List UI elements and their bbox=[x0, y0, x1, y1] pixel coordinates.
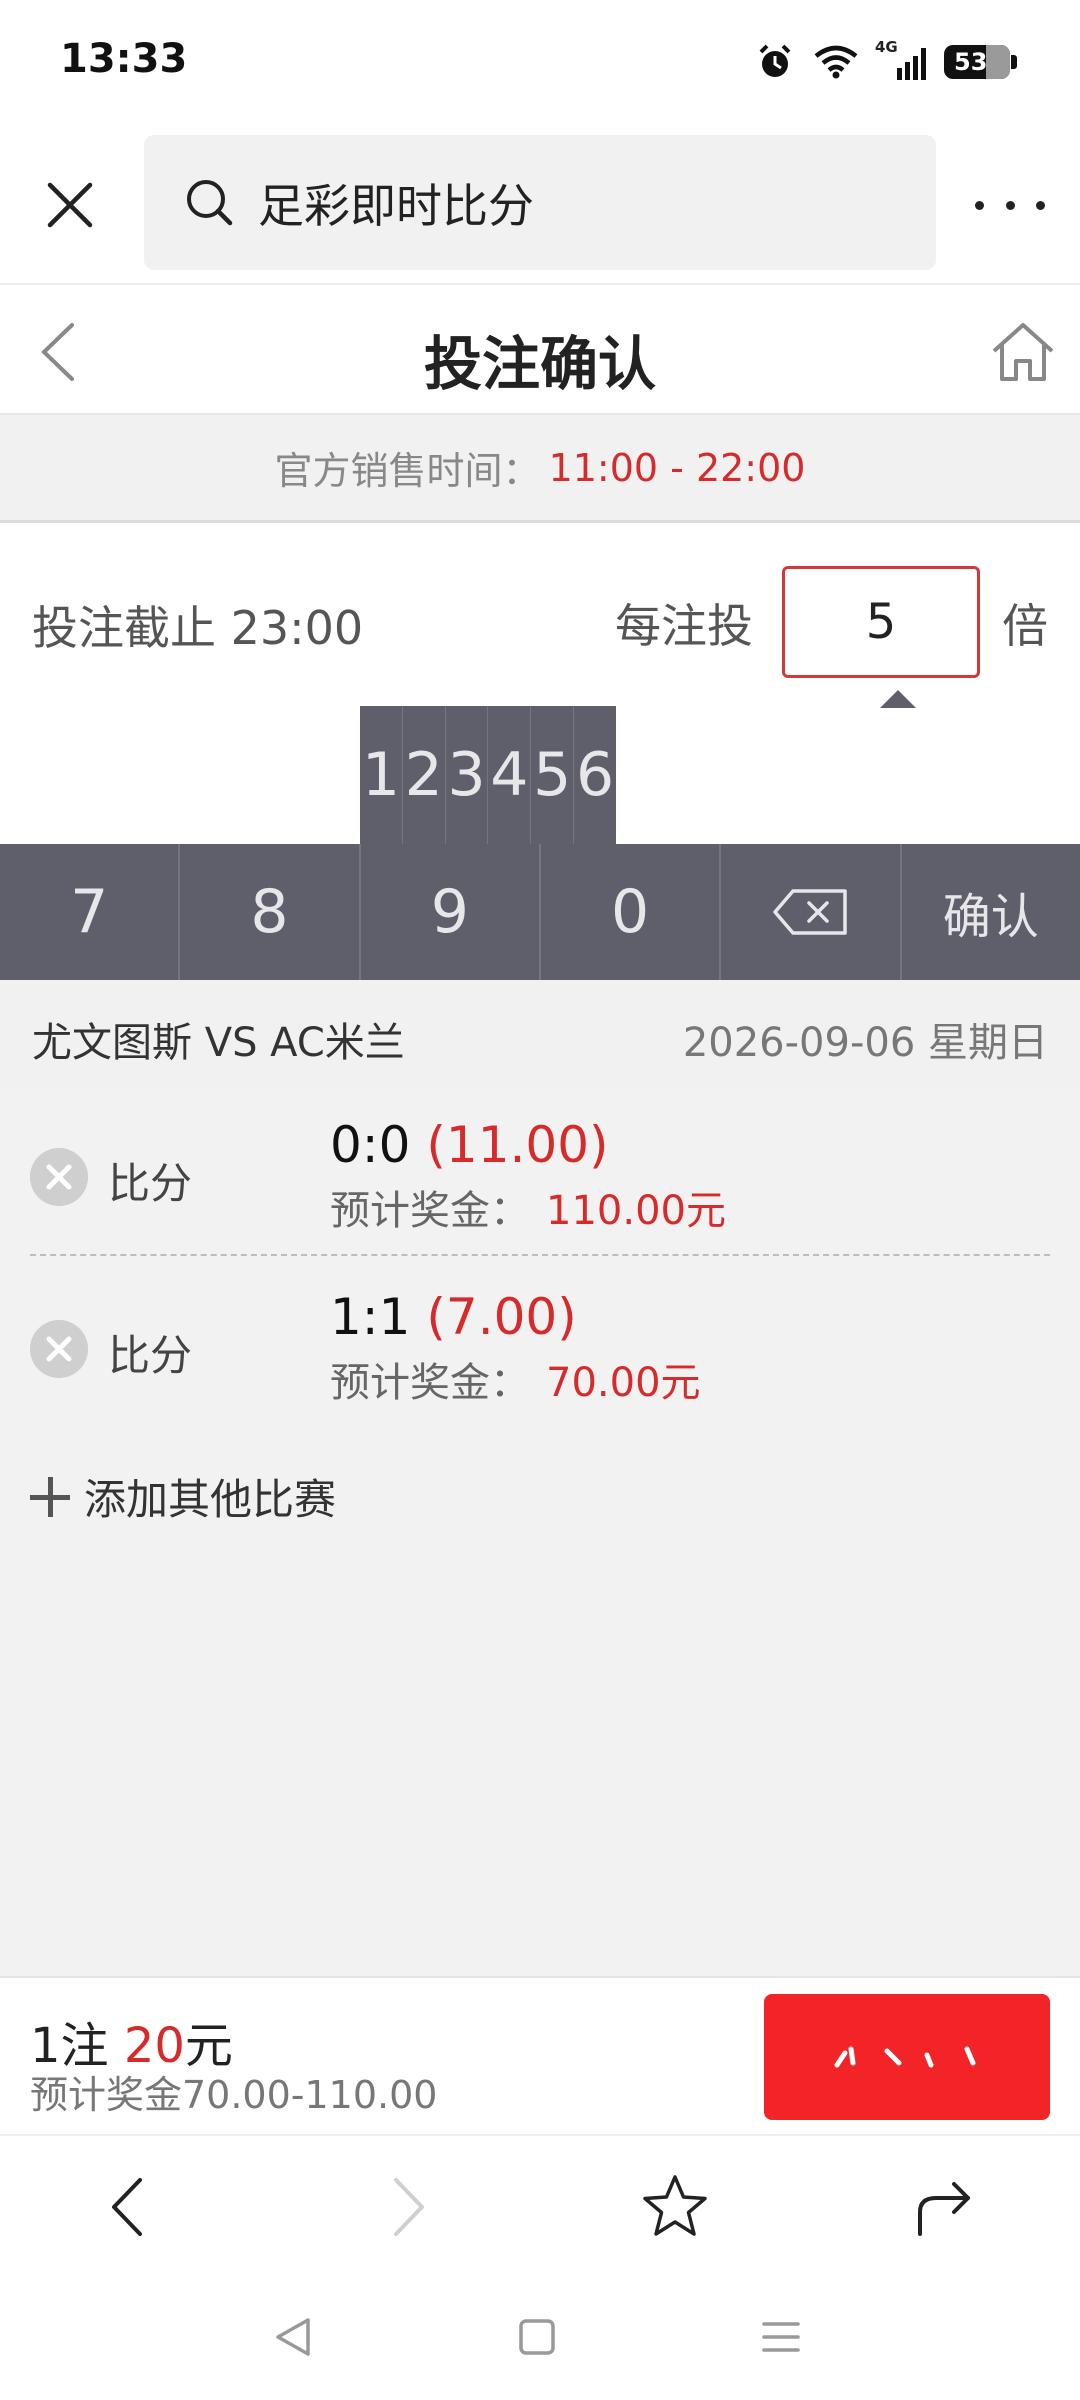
bookmark-star-icon[interactable] bbox=[640, 2172, 710, 2242]
odds-value: (11.00) bbox=[426, 1116, 609, 1174]
add-match-button[interactable]: 添加其他比赛 bbox=[30, 1466, 336, 1527]
bet-list: 比分 0:0 (11.00) 预计奖金： 110.00元 比分 1:1 (7.00… bbox=[0, 1086, 1080, 1976]
system-home-icon[interactable] bbox=[512, 2312, 562, 2362]
status-time: 13:33 bbox=[60, 36, 188, 82]
key-7[interactable]: 7 bbox=[0, 844, 181, 980]
keypad-pointer bbox=[880, 690, 916, 708]
odds-value: (7.00) bbox=[426, 1288, 577, 1346]
key-9[interactable]: 9 bbox=[361, 844, 541, 980]
deadline-text: 投注截止 23:00 bbox=[32, 601, 364, 655]
system-menu-icon[interactable] bbox=[756, 2312, 806, 2362]
sales-time-label: 官方销售时间： bbox=[274, 449, 541, 493]
backspace-icon bbox=[773, 889, 848, 935]
bet-prize: 预计奖金： 70.00元 bbox=[330, 1350, 701, 1408]
prize-label: 预计奖金： bbox=[330, 1188, 530, 1234]
prize-range: 预计奖金70.00-110.00 bbox=[30, 2073, 438, 2117]
browser-toolbar: 足彩即时比分 bbox=[0, 125, 1080, 285]
browser-back-icon[interactable] bbox=[96, 2172, 166, 2242]
search-query-text: 足彩即时比分 bbox=[258, 178, 534, 233]
bet-item: 比分 1:1 (7.00) 预计奖金： 70.00元 bbox=[0, 1258, 1080, 1428]
multiplier-input[interactable]: 5 bbox=[782, 566, 980, 678]
key-2[interactable]: 2 bbox=[403, 706, 446, 844]
bet-score: 1:1 (7.00) bbox=[330, 1288, 577, 1346]
keypad-top-row: 1 2 3 4 5 6 bbox=[360, 706, 616, 844]
times-label: 倍 bbox=[1002, 599, 1048, 653]
wifi-icon bbox=[814, 45, 858, 79]
search-box[interactable]: 足彩即时比分 bbox=[144, 135, 936, 270]
status-bar: 13:33 4G 53 bbox=[0, 0, 1080, 125]
cell-signal-icon: 4G bbox=[875, 38, 926, 80]
keypad-bottom-row: 7 8 9 0 确认 bbox=[0, 844, 1080, 980]
alarm-icon bbox=[759, 44, 791, 77]
match-name: 尤文图斯 VS AC米兰 bbox=[32, 1020, 405, 1066]
sales-time-value: 11:00 - 22:00 bbox=[548, 445, 806, 490]
system-back-icon[interactable] bbox=[268, 2312, 318, 2362]
bet-item: 比分 0:0 (11.00) 预计奖金： 110.00元 bbox=[0, 1086, 1080, 1256]
bet-type: 比分 bbox=[108, 1331, 193, 1380]
prize-label: 预计奖金： bbox=[330, 1360, 530, 1406]
per-bet-label: 每注投 bbox=[615, 599, 753, 653]
share-icon[interactable] bbox=[910, 2172, 980, 2242]
network-type: 4G bbox=[875, 38, 898, 56]
close-icon[interactable] bbox=[40, 175, 100, 235]
add-match-label: 添加其他比赛 bbox=[84, 1475, 337, 1524]
home-icon[interactable] bbox=[988, 317, 1058, 387]
key-0[interactable]: 0 bbox=[541, 844, 722, 980]
page-title: 投注确认 bbox=[423, 330, 656, 398]
browser-nav-bar bbox=[0, 2134, 1080, 2274]
keypad-confirm-button[interactable]: 确认 bbox=[902, 844, 1080, 980]
score-value: 0:0 bbox=[330, 1116, 411, 1174]
sales-time-bar: 官方销售时间： 11:00 - 22:00 bbox=[0, 415, 1080, 523]
prize-amount: 70.00元 bbox=[546, 1360, 701, 1406]
key-3[interactable]: 3 bbox=[446, 706, 489, 844]
bet-prize: 预计奖金： 110.00元 bbox=[330, 1178, 726, 1236]
battery-level: 53 bbox=[954, 48, 988, 76]
search-icon bbox=[187, 179, 233, 225]
backspace-key[interactable] bbox=[721, 844, 902, 980]
submit-bet-button[interactable] bbox=[764, 1994, 1050, 2120]
key-4[interactable]: 4 bbox=[488, 706, 532, 844]
bet-type: 比分 bbox=[108, 1159, 193, 1208]
plus-icon bbox=[30, 1476, 70, 1517]
match-date: 2026-09-06 星期日 bbox=[682, 1020, 1048, 1066]
match-header: 尤文图斯 VS AC米兰 2026-09-06 星期日 bbox=[0, 980, 1080, 1086]
bet-settings-row: 投注截止 23:00 每注投 5 倍 bbox=[0, 524, 1080, 708]
remove-bet-icon[interactable] bbox=[30, 1320, 88, 1378]
battery-icon: 53 bbox=[944, 45, 1017, 79]
prize-amount: 110.00元 bbox=[546, 1188, 726, 1234]
bet-divider bbox=[30, 1254, 1050, 1256]
bet-summary: 1注 20元 预计奖金70.00-110.00 bbox=[0, 1976, 1080, 2132]
key-5[interactable]: 5 bbox=[531, 706, 575, 844]
key-8[interactable]: 8 bbox=[180, 844, 361, 980]
score-value: 1:1 bbox=[330, 1288, 411, 1346]
key-1[interactable]: 1 bbox=[360, 706, 403, 844]
more-options-icon[interactable] bbox=[975, 193, 1045, 217]
key-6[interactable]: 6 bbox=[574, 706, 616, 844]
page-header: 投注确认 bbox=[0, 287, 1080, 415]
browser-forward-icon[interactable] bbox=[370, 2172, 440, 2242]
status-icons: 4G 53 bbox=[755, 38, 1017, 84]
bet-score: 0:0 (11.00) bbox=[330, 1116, 609, 1174]
submit-button-label-obscured-icon bbox=[834, 2046, 976, 2068]
remove-bet-icon[interactable] bbox=[30, 1148, 88, 1206]
system-nav-bar bbox=[0, 2274, 1080, 2400]
